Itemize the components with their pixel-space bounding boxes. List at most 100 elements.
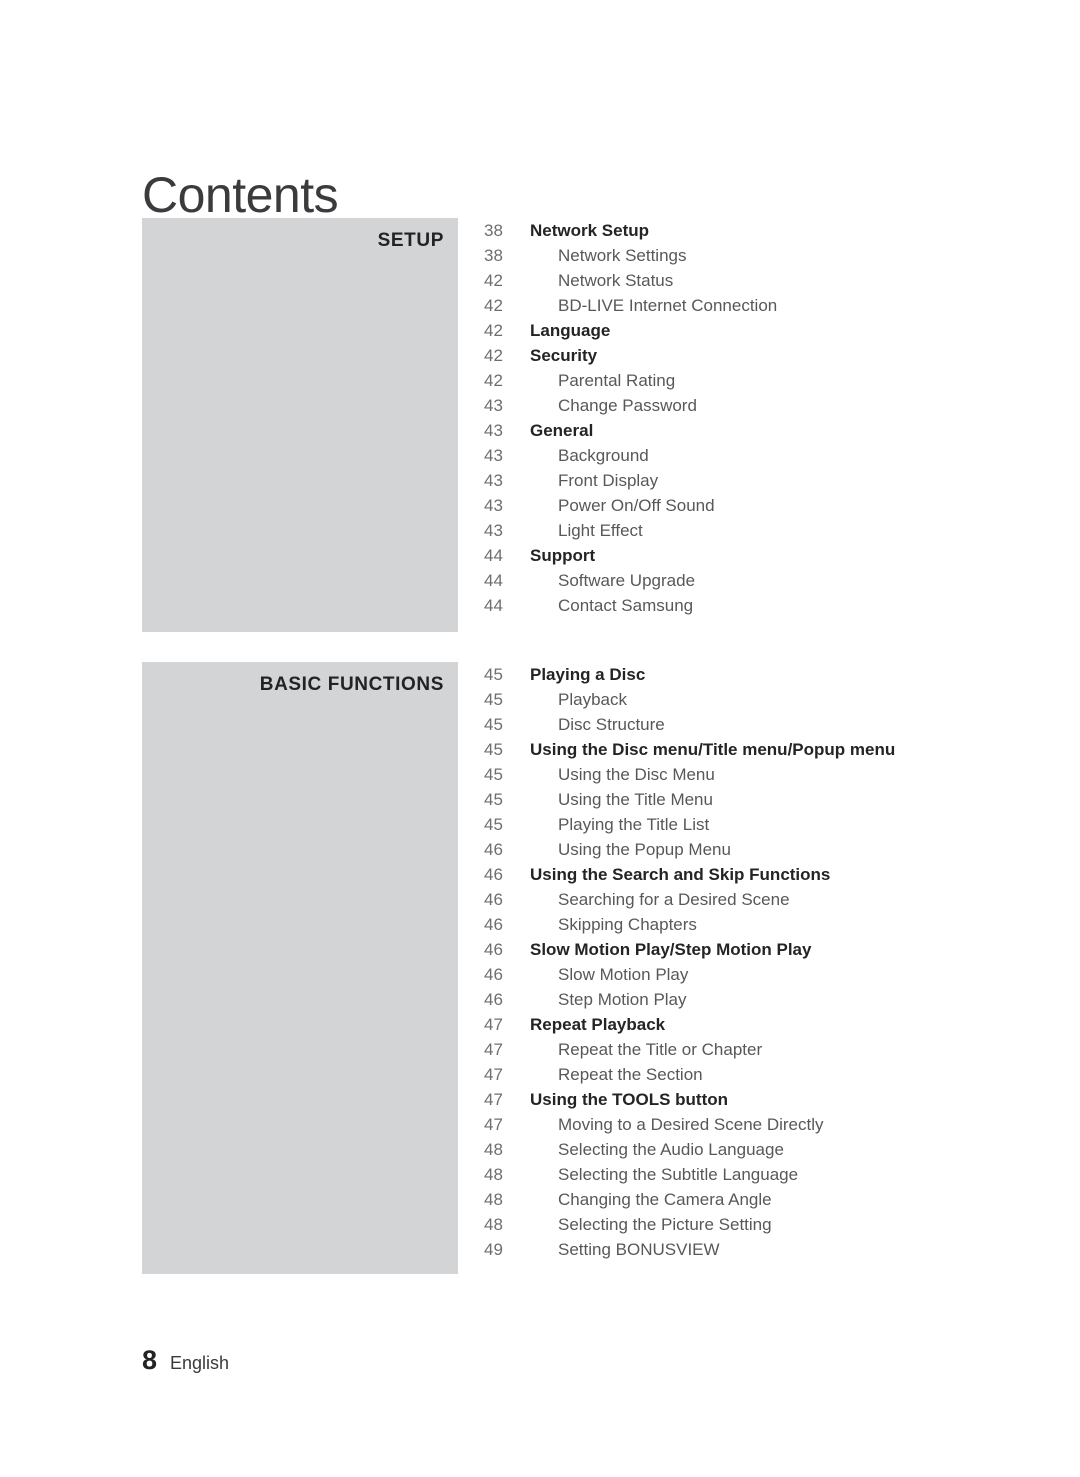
toc-entry[interactable]: 42 Parental Rating <box>484 368 1080 393</box>
toc-entry-page-number: 43 <box>484 496 503 515</box>
toc-entry-page-number: 42 <box>484 321 503 340</box>
toc-entry-label: Disc Structure <box>558 715 665 734</box>
toc-entry-label: Selecting the Subtitle Language <box>558 1165 799 1184</box>
toc-entry-label: Network Setup <box>530 221 650 240</box>
toc-entry-label: Using the Disc Menu <box>558 765 715 784</box>
toc-entry-label: Skipping Chapters <box>558 915 697 934</box>
toc-entry[interactable]: 43 Light Effect <box>484 518 1080 543</box>
toc-entry[interactable]: 48 Selecting the Picture Setting <box>484 1212 1080 1237</box>
toc-entry-label: Moving to a Desired Scene Directly <box>558 1115 824 1134</box>
toc-entry-label: Network Status <box>558 271 674 290</box>
toc-entry-page-number: 45 <box>484 690 503 709</box>
toc-entry-label: Playback <box>558 690 627 709</box>
toc-entry-page-number: 42 <box>484 371 503 390</box>
toc-entry[interactable]: 46 Using the Search and Skip Functions <box>484 862 1080 887</box>
toc-entry-page-number: 45 <box>484 665 503 684</box>
toc-entry-page-number: 45 <box>484 790 503 809</box>
page-title: Contents <box>142 166 339 223</box>
toc-entry[interactable]: 47 Repeat the Title or Chapter <box>484 1037 1080 1062</box>
toc-entry[interactable]: 44 Contact Samsung <box>484 593 1080 618</box>
section-panel: BASIC FUNCTIONS <box>142 662 458 1274</box>
toc-entry-label: Front Display <box>558 471 659 490</box>
toc-entry[interactable]: 46 Slow Motion Play/Step Motion Play <box>484 937 1080 962</box>
toc-entry[interactable]: 47 Repeat Playback <box>484 1012 1080 1037</box>
toc-entry[interactable]: 47 Repeat the Section <box>484 1062 1080 1087</box>
toc-entry-page-number: 48 <box>484 1140 503 1159</box>
toc-entry[interactable]: 46 Slow Motion Play <box>484 962 1080 987</box>
toc-entry-label: Background <box>558 446 649 465</box>
toc-entry[interactable]: 45 Using the Disc Menu <box>484 762 1080 787</box>
toc-entry[interactable]: 42 Network Status <box>484 268 1080 293</box>
toc-entry-page-number: 46 <box>484 965 503 984</box>
footer-page-number: 8 <box>142 1345 158 1375</box>
toc-entry-label: Parental Rating <box>558 371 676 390</box>
toc-entry[interactable]: 44 Support <box>484 543 1080 568</box>
toc-entry[interactable]: 38 Network Settings <box>484 243 1080 268</box>
toc-entry[interactable]: 43 Front Display <box>484 468 1080 493</box>
toc-entry-label: Using the TOOLS button <box>530 1090 728 1109</box>
toc-entry-label: Change Password <box>558 396 697 415</box>
toc-entry[interactable]: 42 Language <box>484 318 1080 343</box>
toc-entry[interactable]: 45 Playing a Disc <box>484 662 1080 687</box>
toc-entry-label: Network Settings <box>558 246 687 265</box>
footer-language-label: English <box>170 1353 230 1373</box>
toc-entry-label: Changing the Camera Angle <box>558 1190 772 1209</box>
toc-entry-page-number: 47 <box>484 1090 503 1109</box>
toc-entry-page-number: 43 <box>484 471 503 490</box>
toc-entry-page-number: 42 <box>484 271 503 290</box>
toc-entry-label: Repeat the Title or Chapter <box>558 1040 763 1059</box>
toc-entry-label: Language <box>530 321 611 340</box>
toc-entry[interactable]: 45 Using the Title Menu <box>484 787 1080 812</box>
toc-entry[interactable]: 45 Using the Disc menu/Title menu/Popup m… <box>484 737 1080 762</box>
toc-entry[interactable]: 43 Background <box>484 443 1080 468</box>
toc-entry[interactable]: 38 Network Setup <box>484 218 1080 243</box>
toc-entry-page-number: 48 <box>484 1190 503 1209</box>
section-panel: SETUP <box>142 218 458 632</box>
toc-entry[interactable]: 43 General <box>484 418 1080 443</box>
toc-entry-label: Contact Samsung <box>558 596 694 615</box>
toc-entry[interactable]: 49 Setting BONUSVIEW <box>484 1237 1080 1262</box>
toc-entry[interactable]: 45 Disc Structure <box>484 712 1080 737</box>
toc-entry-label: Selecting the Picture Setting <box>558 1215 772 1234</box>
toc-entry[interactable]: 44 Software Upgrade <box>484 568 1080 593</box>
toc-entry[interactable]: 46 Step Motion Play <box>484 987 1080 1012</box>
toc-entry-page-number: 46 <box>484 990 503 1009</box>
toc-entry-label: Using the Popup Menu <box>558 840 731 859</box>
toc-entry[interactable]: 43 Power On/Off Sound <box>484 493 1080 518</box>
toc-entry-label: Repeat Playback <box>530 1015 666 1034</box>
toc-entry-page-number: 46 <box>484 915 503 934</box>
toc-entry-label: Software Upgrade <box>558 571 696 590</box>
toc-entry-page-number: 44 <box>484 596 503 615</box>
toc-entry-list: 45 Playing a Disc 45 Playback 45 Disc Structu… <box>484 662 1080 1262</box>
toc-entry[interactable]: 43 Change Password <box>484 393 1080 418</box>
toc-entry-label: Repeat the Section <box>558 1065 703 1084</box>
toc-entry-page-number: 42 <box>484 296 503 315</box>
toc-section: BASIC FUNCTIONS 45 Playing a Disc 45 Playbac… <box>142 662 1080 1274</box>
toc-entry-label: BD-LIVE Internet Connection <box>558 296 778 315</box>
toc-entry-page-number: 46 <box>484 890 503 909</box>
toc-entry[interactable]: 42 Security <box>484 343 1080 368</box>
section-panel-label: BASIC FUNCTIONS <box>259 674 444 695</box>
toc-entry[interactable]: 48 Selecting the Subtitle Language <box>484 1162 1080 1187</box>
toc-entry[interactable]: 42 BD-LIVE Internet Connection <box>484 293 1080 318</box>
toc-entry-page-number: 47 <box>484 1065 503 1084</box>
toc-entry[interactable]: 48 Changing the Camera Angle <box>484 1187 1080 1212</box>
toc-entry-label: Using the Search and Skip Functions <box>530 865 831 884</box>
toc-entry-page-number: 38 <box>484 221 503 240</box>
toc-entry[interactable]: 48 Selecting the Audio Language <box>484 1137 1080 1162</box>
toc-entry[interactable]: 45 Playing the Title List <box>484 812 1080 837</box>
toc-entry-page-number: 47 <box>484 1115 503 1134</box>
toc-entry-page-number: 38 <box>484 246 503 265</box>
toc-entry[interactable]: 46 Using the Popup Menu <box>484 837 1080 862</box>
toc-entry[interactable]: 46 Searching for a Desired Scene <box>484 887 1080 912</box>
toc-entry-page-number: 49 <box>484 1240 503 1259</box>
toc-entry[interactable]: 46 Skipping Chapters <box>484 912 1080 937</box>
toc-entry-page-number: 42 <box>484 346 503 365</box>
toc-entry-page-number: 48 <box>484 1215 503 1234</box>
document-page: Contents SETUP 38 Network Setup 38 Network S… <box>0 0 1080 1477</box>
toc-entry-page-number: 44 <box>484 571 503 590</box>
toc-entry[interactable]: 45 Playback <box>484 687 1080 712</box>
toc-entry[interactable]: 47 Using the TOOLS button <box>484 1087 1080 1112</box>
toc-entry-page-number: 44 <box>484 546 503 565</box>
toc-entry[interactable]: 47 Moving to a Desired Scene Directly <box>484 1112 1080 1137</box>
